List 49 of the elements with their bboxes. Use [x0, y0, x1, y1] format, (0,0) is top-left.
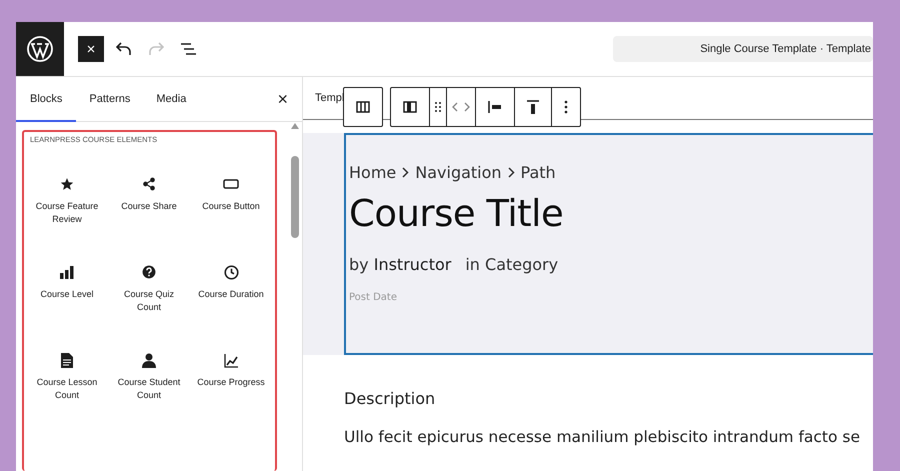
scrollbar-thumb[interactable]: [291, 156, 299, 238]
scroll-up-icon[interactable]: [291, 123, 299, 129]
block-item[interactable]: Course Progress: [190, 352, 272, 440]
byline-author: by Instructor: [349, 255, 452, 274]
block-item[interactable]: Course Level: [26, 264, 108, 352]
chevron-right-icon: [402, 167, 410, 178]
person-icon: [142, 352, 156, 368]
block-item[interactable]: Course Share: [108, 176, 190, 264]
breadcrumb-link[interactable]: Path: [520, 163, 556, 182]
button-icon: [223, 179, 239, 189]
breadcrumb-link[interactable]: Navigation: [415, 163, 502, 182]
list-view-icon: [180, 42, 196, 56]
block-item[interactable]: Course Button: [190, 176, 272, 264]
chevron-right-icon: [508, 167, 515, 178]
share-icon: [142, 177, 156, 191]
document-icon: [61, 352, 73, 368]
post-date: Post Date: [349, 292, 398, 303]
columns-icon: [356, 101, 370, 113]
block-item[interactable]: Course Feature Review: [26, 176, 108, 264]
question-icon: [142, 265, 156, 279]
chevrons-icon: [451, 101, 471, 113]
line-chart-icon: [224, 352, 238, 368]
align-left-icon: [488, 101, 502, 113]
close-button[interactable]: ×: [78, 36, 104, 62]
selected-block[interactable]: Home Navigation Path Course Title by Instructor in Category Post Date: [344, 133, 873, 355]
block-item[interactable]: Course Quiz Count: [108, 264, 190, 352]
block-item[interactable]: Course Student Count: [108, 352, 190, 440]
align-top-icon: [527, 100, 539, 114]
column-icon: [403, 101, 417, 113]
close-button[interactable]: ×: [273, 77, 292, 121]
redo-icon: [148, 42, 164, 56]
bar-chart-icon: [60, 266, 74, 278]
course-title: Course Title: [349, 192, 564, 235]
drag-handle-icon: [434, 101, 442, 113]
block-item[interactable]: Course Duration: [190, 264, 272, 352]
description-heading: Description: [344, 389, 436, 408]
description-text: Ullo fecit epicurus necesse manilium plebiscito intrandum facto se: [344, 428, 862, 446]
sidebar-tab[interactable]: Blocks: [16, 77, 76, 122]
byline-category: in Category: [465, 255, 558, 274]
sidebar-tab[interactable]: Media: [143, 77, 200, 122]
breadcrumb-link[interactable]: Home: [349, 163, 396, 182]
star-icon: [60, 177, 74, 191]
document-title[interactable]: Single Course Template · Template: [613, 36, 873, 62]
block-item[interactable]: Course Lesson Count: [26, 352, 108, 440]
more-icon: [564, 100, 568, 114]
clock-icon: [224, 264, 238, 280]
wordpress-logo[interactable]: [16, 22, 64, 76]
sidebar-tab[interactable]: Patterns: [76, 77, 144, 122]
undo-icon: [116, 42, 132, 56]
